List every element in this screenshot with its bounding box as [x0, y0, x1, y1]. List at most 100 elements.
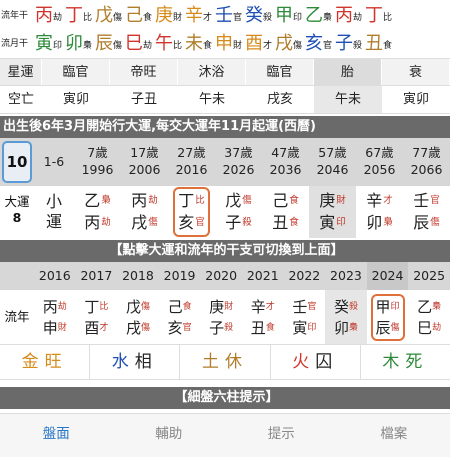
dayun-age-year[interactable]: 77歲 2066 — [403, 138, 450, 186]
ganzhi-char: 亥 — [305, 33, 323, 54]
ganzhi-grid: 庚財子殺 — [209, 298, 233, 337]
dayun-age-year[interactable]: 57歲 2046 — [309, 138, 356, 186]
liunian-year[interactable]: 2022 — [284, 262, 326, 290]
gan-char: 乙 — [84, 191, 101, 210]
liunian-year[interactable]: 2023 — [325, 262, 367, 290]
star-cell: 沐浴 — [178, 59, 246, 85]
dayun-year: 2036 — [269, 162, 302, 177]
zhi-char: 丑 — [250, 318, 266, 337]
tab-hints[interactable]: 提示 — [225, 414, 338, 457]
ganzhi-grid: 乙梟巳劫 — [417, 298, 441, 337]
ten-god-label: 食 — [143, 12, 153, 23]
ten-god-label: 才 — [203, 12, 213, 23]
dayun-selector[interactable]: 10 — [0, 138, 34, 186]
dayun-year: 1996 — [81, 162, 114, 177]
kong-cell: 寅卯 — [402, 92, 429, 107]
tab-archive[interactable]: 檔案 — [338, 414, 450, 457]
wuxing-state: 囚 — [315, 352, 339, 372]
zhi-char: 申 — [42, 318, 58, 337]
liunian-ganzhi-cell[interactable]: 甲印辰傷 — [367, 290, 409, 344]
gan-char: 戊 — [125, 297, 141, 316]
ten-god-label: 財 — [173, 12, 183, 23]
zhi-char: 戌 — [125, 318, 141, 337]
zhi-char: 亥 — [167, 318, 183, 337]
liunian-year[interactable]: 2021 — [242, 262, 284, 290]
dayun-ganzhi-cell[interactable]: 乙梟丙劫 — [74, 186, 121, 238]
zhi-char: 辰 — [413, 213, 430, 232]
ten-god-label: 財 — [233, 40, 243, 51]
ganzhi-pair: 壬官 — [215, 6, 245, 26]
liunian-ganzhi-cell[interactable]: 壬官寅印 — [284, 290, 326, 344]
ganzhi-char: 未 — [185, 33, 203, 54]
dayun-age: 47歲 — [271, 145, 300, 160]
dayun-ganzhi-cell[interactable]: 辛才卯梟 — [356, 186, 403, 238]
ten-god-label: 殺 — [353, 40, 363, 51]
gan-char: 乙 — [417, 297, 433, 316]
dayun-age-year[interactable]: 47歲 2036 — [262, 138, 309, 186]
liunian-year[interactable]: 2019 — [159, 262, 201, 290]
dayun-age-year[interactable]: 27歲 2016 — [168, 138, 215, 186]
liunian-year[interactable]: 2020 — [200, 262, 242, 290]
dayun-age-year[interactable]: 67歲 2056 — [356, 138, 403, 186]
gan-god: 食 — [289, 195, 299, 206]
xiaoyun-cell[interactable]: 小 運 — [34, 186, 74, 238]
ganzhi-pair: 甲印 — [275, 6, 305, 26]
ganzhi-grid: 壬官辰傷 — [413, 191, 440, 233]
dayun-age-year[interactable]: 37歲 2026 — [215, 138, 262, 186]
liunian-year[interactable]: 2017 — [76, 262, 118, 290]
ten-god-label: 傷 — [113, 12, 123, 23]
liunian-ganzhi-cell[interactable]: 丙劫申財 — [34, 290, 76, 344]
liunian-ganzhi-cell[interactable]: 庚財子殺 — [200, 290, 242, 344]
ten-god-label: 才 — [263, 40, 273, 51]
dayun-age-year[interactable]: 17歲 2006 — [121, 138, 168, 186]
tab-auxiliary[interactable]: 輔助 — [113, 414, 226, 457]
liunian-ganzhi-cell[interactable]: 乙梟巳劫 — [408, 290, 450, 344]
liunian-years-spacer — [0, 262, 34, 290]
ten-god-label: 傷 — [293, 40, 303, 51]
zhi-god: 傷 — [148, 217, 158, 228]
liunian-year[interactable]: 2018 — [117, 262, 159, 290]
ganzhi-char: 戊 — [95, 5, 113, 26]
zhi-god: 財 — [57, 322, 67, 333]
zhi-god: 傷 — [390, 322, 400, 333]
wuxing-cell: 金旺 — [0, 345, 91, 379]
liunian-ganzhi-cell[interactable]: 辛才丑食 — [242, 290, 284, 344]
zhi-god: 印 — [307, 322, 317, 333]
ten-god-label: 比 — [173, 40, 183, 51]
wuxing-element: 木 — [382, 352, 406, 372]
zhi-god: 官 — [182, 322, 192, 333]
kong-cell: 子丑 — [130, 92, 157, 107]
ganzhi-pair: 亥官 — [305, 34, 335, 54]
liunian-ganzhi-cell[interactable]: 癸殺卯梟 — [325, 290, 367, 344]
liunian-ganzhi-cell[interactable]: 己食亥官 — [159, 290, 201, 344]
ganzhi-char: 丙 — [335, 5, 353, 26]
dayun-number-button[interactable]: 10 — [2, 141, 32, 183]
liunian-ganzhi-cell[interactable]: 戊傷戌傷 — [117, 290, 159, 344]
gan-char: 甲 — [375, 297, 391, 316]
tab-board[interactable]: 盤面 — [0, 414, 113, 457]
dayun-ganzhi-cell[interactable]: 庚財寅印 — [309, 186, 356, 238]
ganzhi-pair: 丙劫 — [35, 6, 65, 26]
gan-god: 劫 — [148, 195, 158, 206]
ganzhi-pair: 未食 — [185, 34, 215, 54]
liunian-year[interactable]: 2025 — [408, 262, 450, 290]
ganzhi-pair: 丙劫 — [335, 6, 365, 26]
dayun-age-year[interactable]: 7歲 1996 — [74, 138, 121, 186]
liunian-year[interactable]: 2024 — [366, 262, 409, 290]
dayun-ganzhi-cell[interactable]: 戊傷子殺 — [215, 186, 262, 238]
zhi-char: 酉 — [84, 318, 100, 337]
dayun-ganzhi-cell[interactable]: 丙劫戌傷 — [121, 186, 168, 238]
dayun-ganzhi-cell[interactable]: 壬官辰傷 — [403, 186, 450, 238]
liunian-year[interactable]: 2016 — [34, 262, 76, 290]
ganzhi-grid: 丙劫戌傷 — [131, 191, 158, 233]
ganzhi-grid: 辛才卯梟 — [366, 191, 393, 233]
dayun-ganzhi-cell[interactable]: 己食丑食 — [262, 186, 309, 238]
kong-cell: 午未 — [314, 86, 382, 113]
dayun-year: 2056 — [363, 162, 396, 177]
six-pillar-banner[interactable]: 【細盤六柱提示】 — [0, 387, 450, 409]
dayun-ganzhi-cell[interactable]: 丁比亥官 — [168, 186, 215, 238]
liunian-ganzhi-cell[interactable]: 丁比酉才 — [76, 290, 118, 344]
dayun-count: 8 — [12, 210, 22, 225]
gan-god: 梟 — [432, 301, 442, 312]
ten-god-label: 食 — [203, 40, 213, 51]
